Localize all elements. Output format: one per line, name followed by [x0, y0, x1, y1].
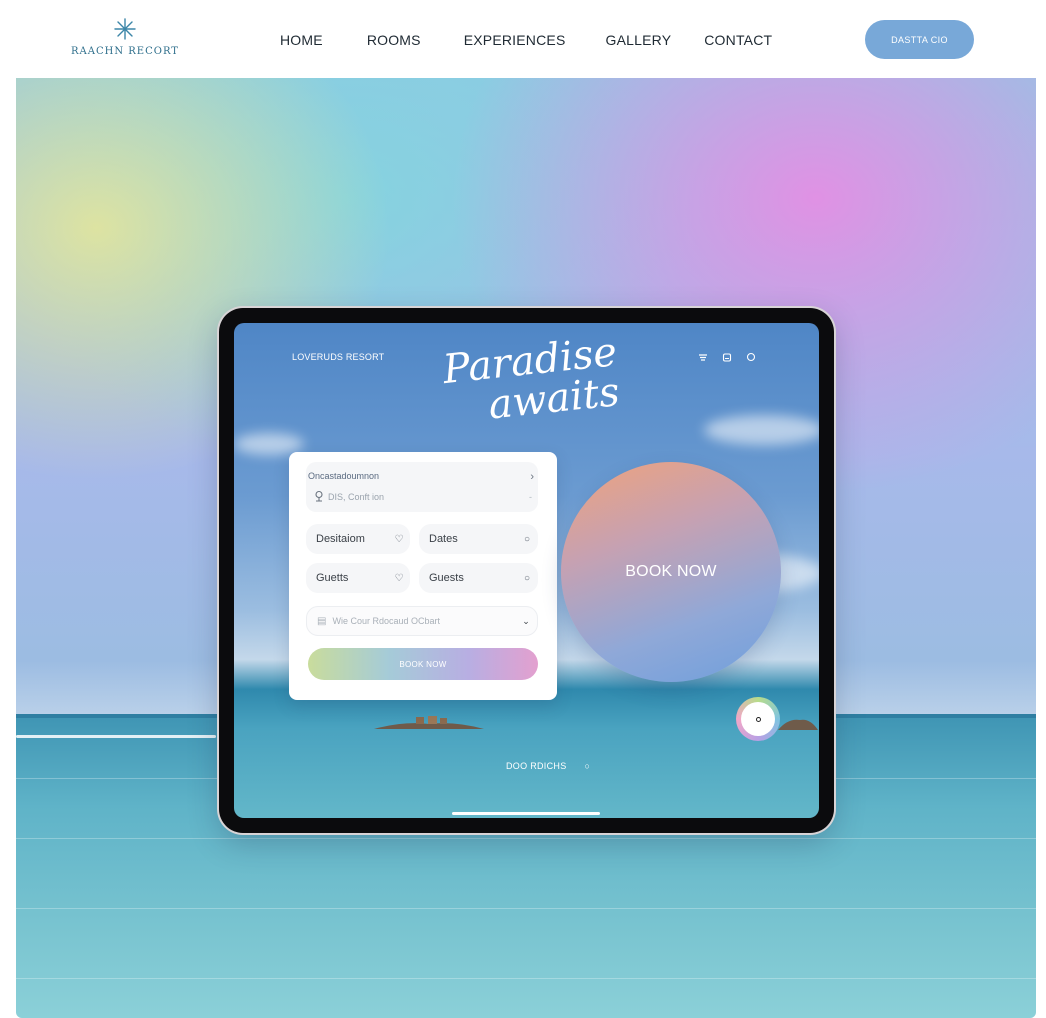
- dates-label: Dates: [429, 533, 458, 545]
- rock-illustration: [778, 719, 818, 730]
- ripple: [16, 838, 1036, 839]
- fab-inner: [741, 702, 775, 736]
- tablet-footer: DOO RDICHS ○: [506, 761, 590, 771]
- room-type-select[interactable]: ▤ Wie Cour Rdocaud OCbart ⌄: [306, 606, 538, 636]
- guests-field-left[interactable]: Guetts ♡: [306, 563, 410, 593]
- bag-icon[interactable]: [722, 352, 732, 362]
- chevron-down-icon: ⌄: [522, 615, 530, 626]
- tablet-brand: LOVERUDS RESORT: [292, 352, 385, 362]
- tablet-screen: LOVERUDS RESORT Paradise awaits Oncastad…: [234, 323, 819, 818]
- circle-icon: ○: [523, 533, 531, 545]
- circle-icon[interactable]: [746, 352, 756, 362]
- dates-field[interactable]: Dates ○: [419, 524, 538, 554]
- search-label: Oncastadoumnon: [308, 471, 380, 481]
- ripple: [16, 978, 1036, 979]
- starburst-icon: [114, 18, 136, 40]
- dot-icon: [755, 716, 761, 722]
- select-placeholder: Wie Cour Rdocaud OCbart: [332, 616, 440, 626]
- footer-text: DOO RDICHS: [506, 761, 567, 771]
- card-book-now-button[interactable]: BOOK NOW: [308, 648, 538, 680]
- nav-gallery[interactable]: GALLERY: [606, 30, 672, 50]
- booking-card: Oncastadoumnon › DIS, Conft ion - Desita…: [289, 452, 557, 700]
- guests-right-label: Guests: [429, 572, 464, 584]
- header-cta-button[interactable]: DASTTA CIO: [865, 20, 974, 59]
- circle-icon: ○: [523, 572, 531, 584]
- site-name: RAACHN RECORT: [71, 46, 179, 57]
- heart-icon: ♡: [394, 572, 404, 584]
- site-logo[interactable]: RAACHN RECORT: [70, 18, 180, 62]
- circle-icon: ○: [584, 761, 591, 771]
- cloud: [704, 415, 819, 445]
- floating-action-button[interactable]: [736, 697, 780, 741]
- wave-crest: [16, 735, 216, 738]
- nav-home[interactable]: HOME: [280, 30, 323, 50]
- main-nav: HOME ROOMS EXPERIENCES GALLERY CONTACT: [280, 30, 814, 50]
- guests-field-right[interactable]: Guests ○: [419, 563, 538, 593]
- ripple: [16, 908, 1036, 909]
- calendar-icon: ▤: [317, 615, 327, 627]
- book-now-orb-button[interactable]: BOOK NOW: [561, 462, 781, 682]
- nav-contact[interactable]: CONTACT: [704, 30, 772, 50]
- island-illustration: [374, 716, 484, 729]
- location-pin-icon: [315, 490, 323, 502]
- top-navigation: RAACHN RECORT HOME ROOMS EXPERIENCES GAL…: [0, 0, 1046, 78]
- destination-search-field[interactable]: Oncastadoumnon › DIS, Conft ion -: [306, 462, 538, 512]
- home-indicator[interactable]: [452, 812, 600, 815]
- dash-mark: -: [529, 492, 532, 502]
- tablet-header-icons: [698, 352, 756, 362]
- search-placeholder: DIS, Conft ion: [328, 492, 385, 502]
- heart-icon: ♡: [394, 533, 404, 545]
- nav-rooms[interactable]: ROOMS: [367, 30, 421, 50]
- hero-headline: Paradise awaits: [418, 329, 645, 433]
- chevron-right-icon[interactable]: ›: [530, 471, 534, 483]
- guests-left-label: Guetts: [316, 572, 349, 584]
- tablet-mockup: LOVERUDS RESORT Paradise awaits Oncastad…: [219, 308, 834, 833]
- destination-label: Desitaiom: [316, 533, 365, 545]
- menu-icon[interactable]: [698, 352, 708, 362]
- destination-field[interactable]: Desitaiom ♡: [306, 524, 410, 554]
- nav-experiences[interactable]: EXPERIENCES: [464, 30, 566, 50]
